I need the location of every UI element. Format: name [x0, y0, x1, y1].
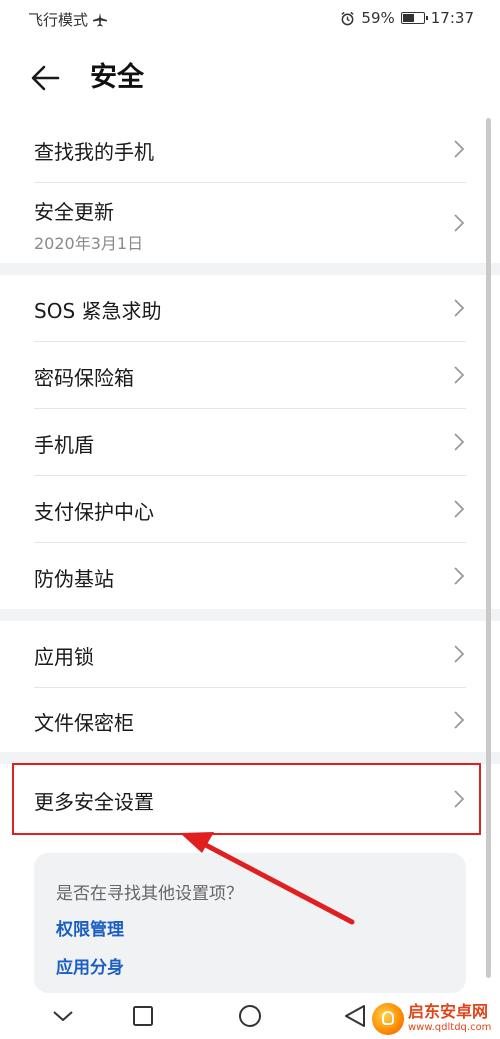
watermark: 启东安卓网 www.qdltdq.com: [372, 998, 500, 1039]
watermark-url: www.qdltdq.com: [408, 1022, 492, 1033]
status-bar: 飞行模式 59% 17:37: [0, 0, 500, 40]
chevron-down-icon: [53, 1011, 73, 1021]
fake-base-station-item[interactable]: 防伪基站: [0, 543, 480, 609]
item-label: SOS 紧急求助: [34, 299, 162, 323]
chevron-right-icon: [454, 711, 465, 729]
sos-emergency-item[interactable]: SOS 紧急求助: [0, 275, 480, 341]
group-gap: [0, 609, 500, 621]
airplane-icon: [93, 12, 108, 26]
nav-home-button[interactable]: [230, 999, 270, 1033]
item-label: 手机盾: [34, 433, 94, 457]
password-vault-item[interactable]: 密码保险箱: [0, 342, 480, 408]
chevron-right-icon: [454, 366, 465, 384]
file-safe-item[interactable]: 文件保密柜: [0, 688, 480, 752]
chevron-right-icon: [454, 214, 465, 232]
header: 安全: [0, 40, 500, 116]
battery-fill: [402, 14, 414, 22]
back-button[interactable]: [28, 60, 68, 96]
highlight-box: [12, 763, 481, 835]
suggestion-card: 是否在寻找其他设置项？ 权限管理 应用分身: [34, 853, 466, 993]
permission-management-link[interactable]: 权限管理: [56, 915, 124, 940]
back-arrow-icon: [31, 65, 60, 91]
item-label: 文件保密柜: [34, 711, 134, 735]
item-label: 应用锁: [34, 645, 94, 669]
square-icon: [133, 1006, 153, 1026]
item-label: 防伪基站: [34, 567, 114, 591]
suggestion-question: 是否在寻找其他设置项？: [56, 884, 243, 904]
item-subtitle: 2020年3月1日: [34, 234, 144, 253]
chevron-right-icon: [454, 645, 465, 663]
group-gap: [0, 263, 500, 275]
nav-hide-button[interactable]: [43, 999, 83, 1033]
chevron-right-icon: [454, 140, 465, 158]
circle-icon: [239, 1005, 261, 1027]
item-label: 密码保险箱: [34, 366, 134, 390]
item-label: 支付保护中心: [34, 500, 154, 524]
phone-shield-item[interactable]: 手机盾: [0, 409, 480, 475]
alarm-icon: [341, 11, 355, 25]
nav-back-button[interactable]: [336, 999, 376, 1033]
chevron-right-icon: [454, 567, 465, 585]
battery-icon: [400, 12, 428, 24]
item-label: 安全更新: [34, 200, 114, 224]
nav-recents-button[interactable]: [123, 999, 163, 1033]
watermark-name: 启东安卓网: [408, 1002, 489, 1021]
app-lock-item[interactable]: 应用锁: [0, 621, 480, 687]
payment-protection-item[interactable]: 支付保护中心: [0, 476, 480, 542]
security-update-item[interactable]: 安全更新 2020年3月1日: [0, 183, 480, 263]
page-title: 安全: [90, 62, 144, 93]
airplane-mode-label: 飞行模式: [28, 11, 89, 29]
app-twin-link[interactable]: 应用分身: [56, 953, 124, 978]
chevron-right-icon: [454, 433, 465, 451]
scrollbar[interactable]: [486, 118, 491, 978]
triangle-back-icon: [345, 1005, 365, 1027]
watermark-logo-icon: [372, 1002, 404, 1035]
item-label: 查找我的手机: [34, 140, 154, 164]
chevron-right-icon: [454, 500, 465, 518]
find-my-phone-item[interactable]: 查找我的手机: [0, 116, 480, 182]
chevron-right-icon: [454, 299, 465, 317]
battery-percent: 59%: [361, 9, 395, 27]
status-time: 17:37: [430, 9, 474, 27]
